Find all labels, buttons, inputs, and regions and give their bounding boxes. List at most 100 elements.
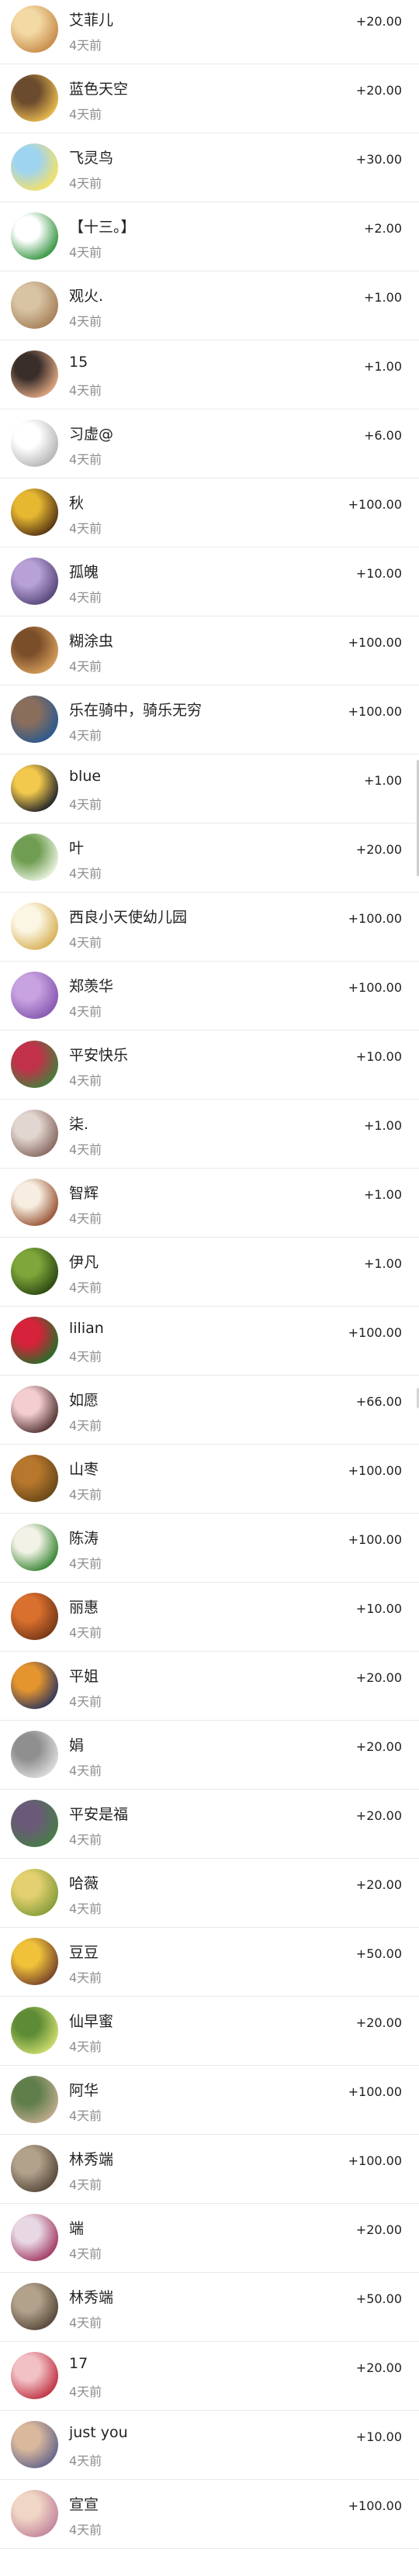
smiling-girl-avatar[interactable] <box>11 1386 58 1433</box>
list-item[interactable]: 蓝色天空 4天前 +20.00 <box>0 64 419 133</box>
sketch-avatar[interactable] <box>11 420 58 467</box>
lantern-avatar[interactable] <box>11 1593 58 1640</box>
donor-name: 西良小天使幼儿园 <box>69 909 188 926</box>
list-item[interactable]: just you 4天前 +10.00 <box>0 2411 419 2480</box>
donor-name: lilian <box>69 1320 104 1337</box>
timestamp: 4天前 <box>69 1349 102 1364</box>
cyclists-avatar[interactable] <box>11 696 58 743</box>
list-item[interactable]: 宣宣 4天前 +100.00 <box>0 2480 419 2549</box>
list-item[interactable]: 郑羡华 4天前 +100.00 <box>0 962 419 1031</box>
green-leaf-avatar[interactable] <box>11 2007 58 2054</box>
amount-value: +1.00 <box>363 1187 402 1202</box>
child-with-flowers-avatar[interactable] <box>11 2490 58 2537</box>
list-item[interactable]: 智辉 4天前 +1.00 <box>0 1169 419 1238</box>
list-item[interactable]: 观火. 4天前 +1.00 <box>0 271 419 340</box>
list-item[interactable]: 叶 4天前 +20.00 <box>0 824 419 893</box>
list-item[interactable]: 秋 4天前 +100.00 <box>0 478 419 547</box>
list-item[interactable]: 豆豆 4天前 +50.00 <box>0 1928 419 1997</box>
timestamp: 4天前 <box>69 728 102 743</box>
anime-boy-avatar[interactable] <box>11 212 58 260</box>
angel-logo-avatar[interactable] <box>11 903 58 950</box>
flower-avatar[interactable] <box>11 74 58 122</box>
yellow-flower-avatar[interactable] <box>11 1938 58 1985</box>
list-item[interactable]: 林秀端 4天前 +50.00 <box>0 2273 419 2342</box>
market-photo-avatar[interactable] <box>11 627 58 674</box>
list-item[interactable]: 习虚@ 4天前 +6.00 <box>0 409 419 478</box>
woman-in-red-avatar[interactable] <box>11 2352 58 2399</box>
donor-name: 孤魄 <box>69 564 99 581</box>
list-item[interactable]: 陈涛 4天前 +100.00 <box>0 1514 419 1583</box>
timestamp: 4天前 <box>69 1073 102 1088</box>
donor-name: 15 <box>69 354 88 371</box>
timestamp: 4天前 <box>69 2108 102 2123</box>
amount-value: +30.00 <box>355 152 402 167</box>
donor-name: 端 <box>69 2220 85 2237</box>
list-item[interactable]: 娟 4天前 +20.00 <box>0 1721 419 1790</box>
donor-name: 仙早蜜 <box>69 2013 114 2030</box>
sunset-people-avatar[interactable] <box>11 1662 58 1709</box>
emoji-avatar[interactable] <box>11 765 58 812</box>
list-item[interactable]: blue 4天前 +1.00 <box>0 754 419 824</box>
list-item[interactable]: 乐在骑中，骑乐无穷 4天前 +100.00 <box>0 685 419 754</box>
sea-sunset-avatar[interactable] <box>11 2421 58 2468</box>
list-item[interactable]: 艾菲儿 4天前 +20.00 <box>0 0 419 64</box>
timestamp: 4天前 <box>69 1211 102 1226</box>
plant-avatar[interactable] <box>11 834 58 881</box>
amount-value: +10.00 <box>355 566 402 581</box>
purple-flower-avatar[interactable] <box>11 972 58 1019</box>
list-item[interactable]: 15 4天前 +1.00 <box>0 340 419 409</box>
list-item[interactable]: 西良小天使幼儿园 4天前 +100.00 <box>0 893 419 962</box>
old-building-avatar[interactable] <box>11 2145 58 2192</box>
pagoda-avatar[interactable] <box>11 2214 58 2261</box>
list-item[interactable]: 平安是福 4天前 +20.00 <box>0 1790 419 1859</box>
list-item[interactable]: 孤魄 4天前 +10.00 <box>0 547 419 616</box>
list-item[interactable]: 阿华 4天前 +100.00 <box>0 2066 419 2135</box>
amount-value: +20.00 <box>355 2360 402 2375</box>
sunflower-avatar[interactable] <box>11 489 58 536</box>
portrait-avatar[interactable] <box>11 1110 58 1157</box>
list-item[interactable]: 丽惠 4天前 +10.00 <box>0 1583 419 1652</box>
list-item[interactable]: 仙早蜜 4天前 +20.00 <box>0 1997 419 2066</box>
red-rose-avatar[interactable] <box>11 1317 58 1364</box>
list-item[interactable]: 山枣 4天前 +100.00 <box>0 1445 419 1514</box>
list-item[interactable]: lilian 4天前 +100.00 <box>0 1307 419 1376</box>
citrus-avatar[interactable] <box>11 1869 58 1916</box>
amount-value: +100.00 <box>348 1532 402 1547</box>
list-item[interactable]: 飞灵鸟 4天前 +30.00 <box>0 133 419 202</box>
cartoon-bird-avatar[interactable] <box>11 143 58 191</box>
donor-name: 17 <box>69 2355 88 2372</box>
donor-name: 林秀端 <box>69 2151 114 2168</box>
garden-avatar[interactable] <box>11 2076 58 2123</box>
list-item[interactable]: 【十三。】 4天前 +2.00 <box>0 202 419 271</box>
list-item[interactable]: 17 4天前 +20.00 <box>0 2342 419 2411</box>
purple-sky-avatar[interactable] <box>11 558 58 605</box>
donor-name: 【十三。】 <box>69 219 136 236</box>
child-photo-avatar[interactable] <box>11 350 58 398</box>
dog-avatar[interactable] <box>11 281 58 329</box>
green-sign-avatar[interactable] <box>11 1248 58 1295</box>
timestamp: 4天前 <box>69 2315 102 2330</box>
red-flower-avatar[interactable] <box>11 1041 58 1088</box>
list-item[interactable]: 平姐 4天前 +20.00 <box>0 1652 419 1721</box>
amount-value: +20.00 <box>355 2015 402 2030</box>
donor-name: 飞灵鸟 <box>69 150 114 167</box>
list-item[interactable]: 如愿 4天前 +66.00 <box>0 1376 419 1445</box>
list-item[interactable]: 柒. 4天前 +1.00 <box>0 1100 419 1169</box>
timestamp: 4天前 <box>69 866 102 881</box>
list-item[interactable]: 哈薇 4天前 +20.00 <box>0 1859 419 1928</box>
cat-avatar[interactable] <box>11 1731 58 1778</box>
list-item[interactable]: 端 4天前 +20.00 <box>0 2204 419 2273</box>
amount-value: +100.00 <box>348 2498 402 2513</box>
list-item[interactable]: 平安快乐 4天前 +10.00 <box>0 1031 419 1100</box>
fruit-basket-avatar[interactable] <box>11 1455 58 1502</box>
list-item[interactable]: 伊凡 4天前 +1.00 <box>0 1238 419 1307</box>
donor-name: 豆豆 <box>69 1944 99 1961</box>
list-item[interactable]: 林秀端 4天前 +100.00 <box>0 2135 419 2204</box>
list-item[interactable]: 糊涂虫 4天前 +100.00 <box>0 616 419 685</box>
lotus-avatar[interactable] <box>11 1800 58 1847</box>
old-building-avatar[interactable] <box>11 2283 58 2330</box>
calligraphy-avatar[interactable] <box>11 1524 58 1571</box>
amount-value: +1.00 <box>363 1118 402 1133</box>
girl-face-avatar[interactable] <box>11 5 58 53</box>
illustrated-girl-avatar[interactable] <box>11 1179 58 1226</box>
